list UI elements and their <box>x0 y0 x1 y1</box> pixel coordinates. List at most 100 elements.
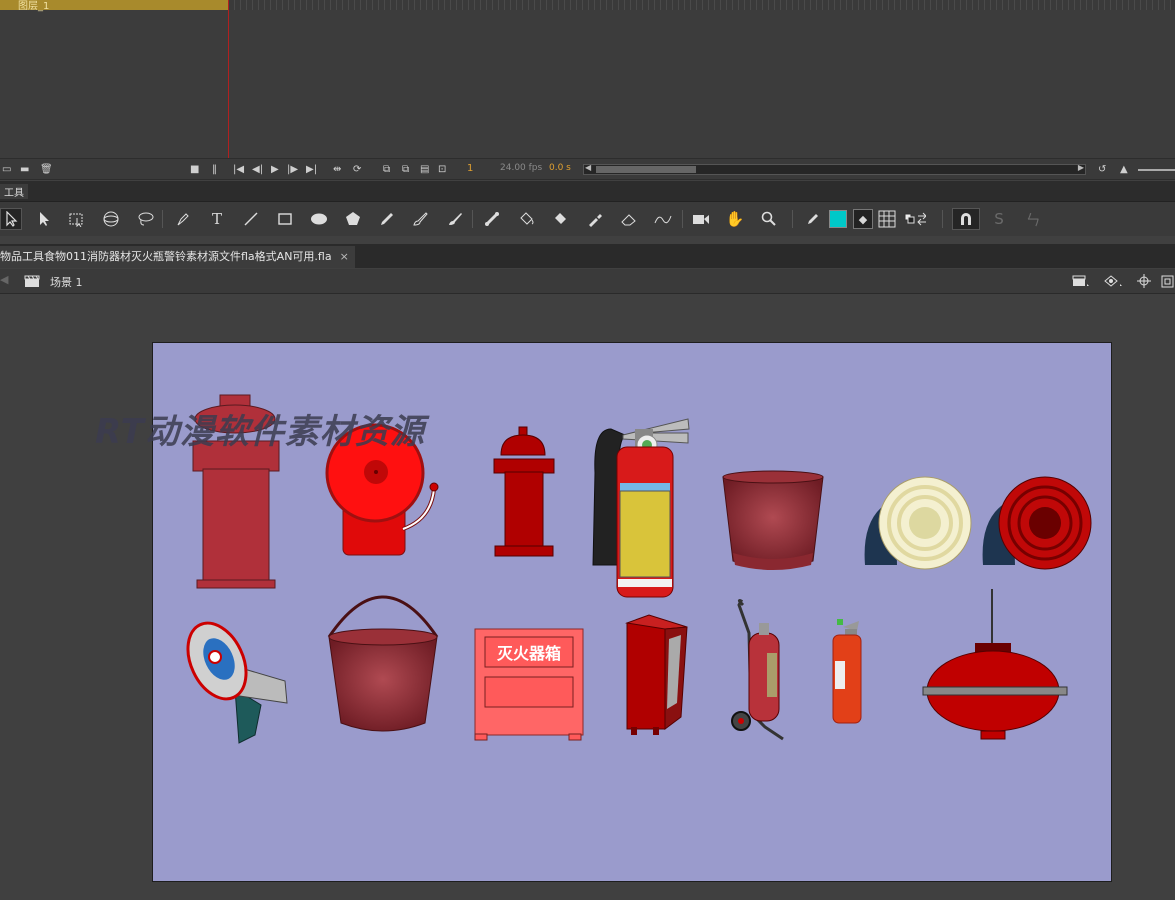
smooth-option[interactable]: S <box>988 208 1010 230</box>
straighten-option[interactable]: ㄣ <box>1022 208 1044 230</box>
center-stage-icon[interactable] <box>1136 273 1152 289</box>
tools-toolbar: T ✋ ◆ S ㄣ <box>0 202 1175 236</box>
scrollbar-thumb[interactable] <box>596 166 696 173</box>
first-frame-icon[interactable]: |◀ <box>233 164 244 176</box>
play-icon[interactable]: ▶ <box>271 164 279 176</box>
portable-extinguisher[interactable] <box>832 619 862 724</box>
camera-icon <box>693 215 709 224</box>
next-frame-icon[interactable]: |▶ <box>287 164 298 176</box>
swap-colors-toggle[interactable] <box>904 208 926 230</box>
last-frame-icon[interactable]: ▶| <box>306 164 317 176</box>
zoom-out-icon[interactable]: ▲ <box>1120 164 1128 176</box>
clip-stage-icon[interactable] <box>1160 273 1174 289</box>
document-tab[interactable]: 物品工具食物011消防器材灭火瓶警铃素材源文件fla格式AN可用.fla × <box>0 246 355 268</box>
trash-icon[interactable]: 🗑 <box>40 164 53 176</box>
eraser-tool[interactable] <box>618 208 640 230</box>
close-tab-icon[interactable]: × <box>340 250 349 263</box>
megaphone[interactable] <box>177 614 288 744</box>
edit-symbols-icon[interactable] <box>1102 273 1124 289</box>
hand-tool[interactable]: ✋ <box>724 208 746 230</box>
free-transform-tool[interactable] <box>66 208 88 230</box>
timeline-scrollbar[interactable]: ◀ ▶ <box>583 163 1086 175</box>
line-tool[interactable] <box>240 208 262 230</box>
timeline-zoom-slider[interactable] <box>1138 169 1175 171</box>
frame-ruler[interactable] <box>228 0 1175 10</box>
hose-reel-red[interactable] <box>982 476 1092 570</box>
subselection-icon <box>40 212 49 226</box>
modify-markers-icon[interactable]: ⊡ <box>438 164 446 176</box>
hose-reel-beige[interactable] <box>864 476 972 570</box>
oval-tool[interactable] <box>308 208 330 230</box>
eyedropper-tool[interactable] <box>584 208 606 230</box>
document-tabs: 物品工具食物011消防器材灭火瓶警铃素材源文件fla格式AN可用.fla × <box>0 244 1175 268</box>
pin-icon[interactable]: ‖ <box>212 164 217 176</box>
zoom-tool[interactable] <box>758 208 780 230</box>
toolbar-separator <box>792 210 793 228</box>
polystar-icon <box>346 212 360 225</box>
grid-icon <box>878 210 896 228</box>
fill-bucket-icon: ◆ <box>853 209 873 229</box>
polystar-tool[interactable] <box>342 208 364 230</box>
reset-zoom-icon[interactable]: ↺ <box>1098 164 1106 176</box>
snap-toggle[interactable] <box>952 208 980 230</box>
camera-toggle-icon[interactable]: ■ <box>190 164 199 176</box>
width-icon <box>654 215 672 224</box>
stroke-color-tool[interactable] <box>802 208 824 230</box>
lasso-icon <box>138 212 154 226</box>
rectangle-icon <box>278 213 292 225</box>
3d-rotation-tool[interactable] <box>100 208 122 230</box>
pencil-tool[interactable] <box>376 208 398 230</box>
scene-name[interactable]: 场景 1 <box>50 274 83 290</box>
fill-color-swatch[interactable] <box>827 208 849 230</box>
brush-tool[interactable] <box>444 208 466 230</box>
fill-bucket-toggle[interactable]: ◆ <box>852 208 874 230</box>
hose-cabinet[interactable] <box>625 614 688 735</box>
frame-rate[interactable]: 24.00 fps <box>500 163 542 173</box>
no-color-toggle[interactable] <box>876 208 898 230</box>
fire-extinguisher[interactable] <box>592 418 690 598</box>
loop-icon[interactable]: ⟳ <box>353 164 361 176</box>
rectangle-tool[interactable] <box>274 208 296 230</box>
tools-panel-title[interactable]: 工具 <box>0 184 28 199</box>
scroll-left-icon[interactable]: ◀ <box>585 163 591 172</box>
water-bucket-top[interactable] <box>722 470 824 570</box>
new-folder-icon[interactable]: ▬ <box>20 164 29 176</box>
pen-tool[interactable] <box>172 208 194 230</box>
pen-icon <box>177 213 189 226</box>
trolley-extinguisher[interactable] <box>731 599 784 741</box>
playhead[interactable] <box>228 0 229 162</box>
onion-outline-icon[interactable]: ⧉ <box>402 164 409 176</box>
line-icon <box>244 212 258 226</box>
ceiling-suppression-ball[interactable] <box>922 589 1068 740</box>
paint-bucket-tool[interactable] <box>516 208 538 230</box>
document-tab-title[interactable]: 物品工具食物011消防器材灭火瓶警铃素材源文件fla格式AN可用.fla <box>0 250 332 263</box>
scroll-right-icon[interactable]: ▶ <box>1078 163 1084 172</box>
fill-color-box <box>829 210 847 228</box>
subselection-tool[interactable] <box>33 208 55 230</box>
edit-multiple-icon[interactable]: ▤ <box>420 164 429 176</box>
cabinet-label: 灭火器箱 <box>496 644 561 663</box>
edit-scene-icon[interactable] <box>1072 274 1090 288</box>
back-arrow-icon[interactable]: ◀ <box>0 273 8 286</box>
lasso-tool[interactable] <box>134 208 156 230</box>
new-layer-icon[interactable]: ▭ <box>2 164 11 176</box>
small-fire-hydrant[interactable] <box>493 426 555 557</box>
brush-icon <box>449 213 462 225</box>
toolbar-separator <box>682 210 683 228</box>
text-tool[interactable]: T <box>206 208 228 230</box>
layer-row[interactable]: 图层_1 <box>0 0 228 12</box>
width-tool[interactable] <box>652 208 674 230</box>
tools-panel-header: 工具 <box>0 181 1175 202</box>
camera-tool[interactable] <box>690 208 712 230</box>
bone-tool[interactable] <box>482 208 504 230</box>
toolbar-separator <box>162 210 163 228</box>
paint-brush-tool[interactable] <box>410 208 432 230</box>
layer-name[interactable]: 图层_1 <box>18 0 49 12</box>
onion-skin-icon[interactable]: ⧉ <box>383 164 390 176</box>
prev-frame-icon[interactable]: ◀| <box>252 164 263 176</box>
ink-bottle-tool[interactable] <box>550 208 572 230</box>
water-bucket-handle[interactable] <box>327 595 439 732</box>
selection-tool[interactable] <box>0 208 22 230</box>
toolbar-separator <box>942 210 943 228</box>
center-frame-icon[interactable]: ⇹ <box>333 164 341 176</box>
